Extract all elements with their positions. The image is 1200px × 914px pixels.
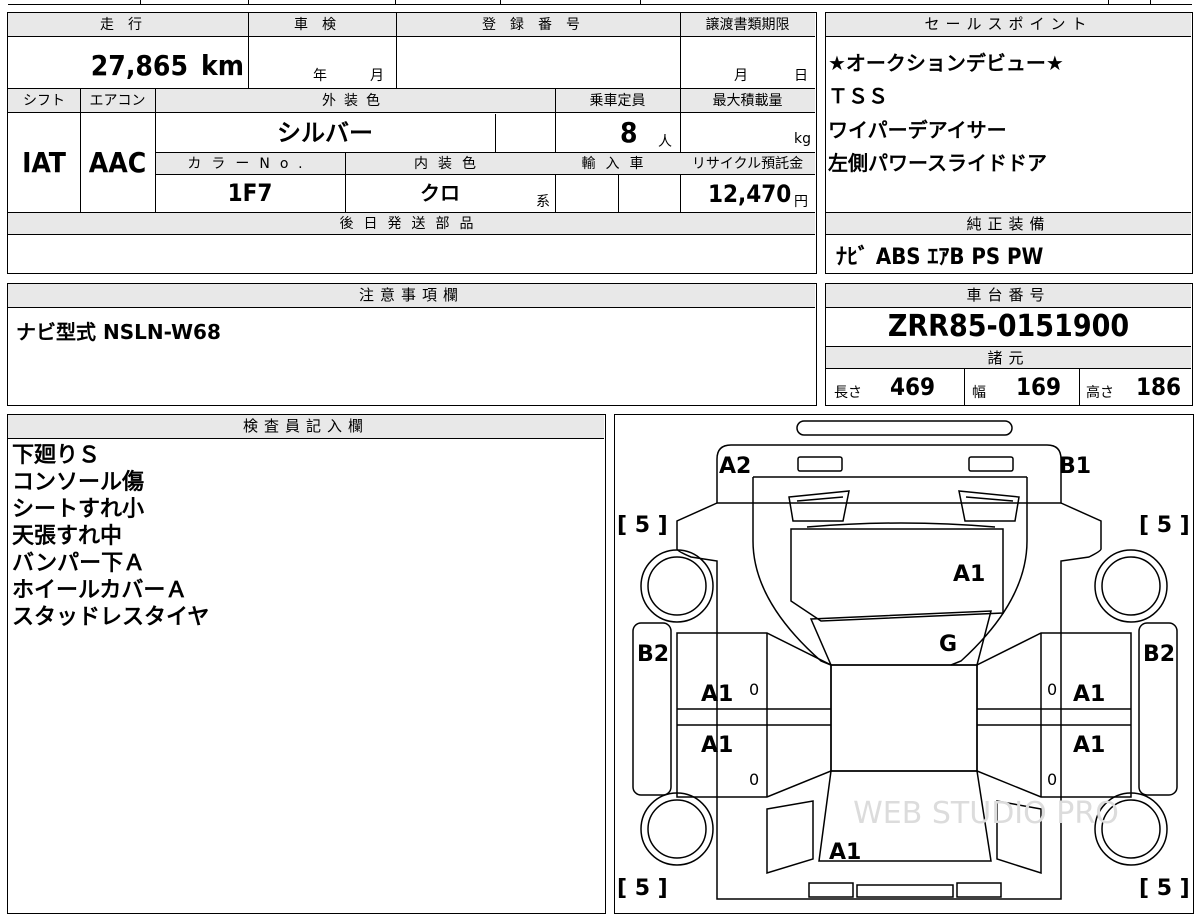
inspection-month-label: 月 — [370, 68, 384, 84]
inspector-line: シートすれ小 — [12, 497, 145, 522]
inspector-line: ホイールカバーＡ — [12, 578, 188, 603]
watermark-text: WEB STUDIO PRO — [853, 796, 1119, 831]
sales-points-label: セールスポイント — [826, 13, 1191, 37]
max-load-label: 最大積載量 — [712, 93, 783, 109]
chassis-box: 車台番号 ZRR85-0151900 諸元 長さ 469 幅 169 高さ 18… — [825, 283, 1193, 406]
aircon-value: AAC — [88, 146, 147, 179]
sales-point-item: ワイパーデアイサー — [828, 118, 1007, 142]
top-strip — [0, 0, 1200, 6]
inspector-line: バンパー下Ａ — [12, 551, 146, 576]
chassis-label: 車台番号 — [826, 284, 1191, 308]
color-no-label: カラーNo. — [187, 156, 313, 172]
sales-point-item: ＴＳＳ — [828, 84, 888, 108]
recycle-label: リサイクル預託金 — [691, 156, 804, 172]
recycle-unit: 円 — [794, 194, 808, 210]
capacity-unit: 人 — [658, 134, 672, 150]
length-label: 長さ — [834, 385, 862, 401]
genuine-equipment-label: 純正装備 — [826, 213, 1191, 235]
damage-mark-front-left-door: A1 — [701, 682, 733, 707]
inspector-line: 天張すれ中 — [12, 524, 123, 549]
exterior-color-value: シルバー — [277, 119, 373, 147]
recycle-value: 12,470 — [708, 180, 792, 208]
transfer-deadline-label: 譲渡書類期限 — [705, 17, 790, 33]
inspector-line: スタッドレスタイヤ — [12, 605, 210, 630]
damage-mark-b2-left: B2 — [637, 642, 669, 667]
zero-mark: 0 — [749, 770, 759, 789]
inspector-label: 検査員記入欄 — [8, 415, 604, 439]
damage-mark-hood: A1 — [953, 562, 985, 587]
notes-value: ナビ型式 NSLN-W68 — [16, 320, 221, 344]
interior-color-value: クロ — [420, 181, 460, 205]
sales-point-item: 左側パワースライドドア — [828, 151, 1047, 175]
zero-mark: 0 — [1047, 770, 1057, 789]
notes-box: 注意事項欄 ナビ型式 NSLN-W68 — [7, 283, 817, 406]
shift-label: シフト — [23, 93, 65, 109]
interior-color-suffix: 系 — [536, 194, 550, 210]
shift-value: IAT — [22, 146, 66, 179]
mileage-value: 27,865 — [90, 49, 188, 82]
import-label: 輸入車 — [581, 156, 654, 172]
genuine-equipment-value: ﾅﾋﾞ ABS ｴｱB PS PW — [836, 245, 1044, 270]
tire-tread-front-left: [ 5 ] — [617, 513, 668, 538]
tire-tread-rear-right: [ 5 ] — [1139, 876, 1190, 901]
specs-label: 諸元 — [826, 347, 1191, 369]
zero-mark: 0 — [1047, 680, 1057, 699]
inspector-box: 検査員記入欄 下廻りＳ コンソール傷 シートすれ小 天張すれ中 バンパー下Ａ ホ… — [7, 414, 606, 914]
damage-mark-b1: B1 — [1059, 454, 1091, 479]
damage-mark-rear-left-door: A1 — [701, 733, 733, 758]
capacity-value: 8 — [620, 116, 638, 149]
inspection-year-label: 年 — [313, 68, 327, 84]
inspection-label: 車検 — [294, 17, 350, 33]
notes-label: 注意事項欄 — [8, 284, 815, 308]
color-no-value: 1F7 — [227, 179, 273, 207]
chassis-value: ZRR85-0151900 — [887, 309, 1130, 344]
tire-tread-rear-left: [ 5 ] — [617, 876, 668, 901]
mileage-unit: km — [201, 49, 244, 82]
transfer-month-label: 月 — [734, 68, 748, 84]
width-value: 169 — [1016, 373, 1062, 401]
capacity-label: 乗車定員 — [589, 93, 646, 109]
later-parts-label: 後日発送部品 — [339, 216, 484, 232]
zero-mark: 0 — [749, 680, 759, 699]
tire-tread-front-right: [ 5 ] — [1139, 513, 1190, 538]
exterior-color-label: 外装色 — [322, 93, 388, 109]
length-value: 469 — [890, 373, 936, 401]
sales-points-box: セールスポイント ★オークションデビュー★ ＴＳＳ ワイパーデアイサー 左側パワ… — [825, 12, 1193, 274]
sales-point-item: ★オークションデビュー★ — [828, 51, 1064, 75]
main-table: 走行 車検 登録番号 譲渡書類期限 27,865 km 年 月 月 日 シフト … — [7, 12, 817, 274]
registration-label: 登録番号 — [482, 17, 594, 33]
width-label: 幅 — [972, 385, 986, 401]
height-label: 高さ — [1086, 385, 1114, 401]
damage-mark-front-right-door: A1 — [1073, 682, 1105, 707]
max-load-unit: kg — [794, 131, 811, 147]
car-diagram: WEB STUDIO PRO A2 B1 A1 G B2 B2 A1 A1 A1… — [617, 420, 1190, 901]
damage-mark-windshield: G — [939, 632, 957, 657]
aircon-label: エアコン — [89, 93, 146, 109]
car-diagram-box: WEB STUDIO PRO A2 B1 A1 G B2 B2 A1 A1 A1… — [614, 414, 1194, 914]
damage-mark-rear-right-door: A1 — [1073, 733, 1105, 758]
transfer-day-label: 日 — [794, 68, 808, 84]
damage-mark-b2-right: B2 — [1143, 642, 1175, 667]
damage-mark-rear: A1 — [829, 840, 861, 865]
damage-mark-a2: A2 — [719, 454, 751, 479]
height-value: 186 — [1136, 373, 1182, 401]
inspector-line: コンソール傷 — [12, 470, 145, 495]
mileage-label: 走行 — [100, 17, 156, 33]
inspector-line: 下廻りＳ — [12, 443, 101, 468]
interior-color-label: 内装色 — [414, 156, 486, 172]
